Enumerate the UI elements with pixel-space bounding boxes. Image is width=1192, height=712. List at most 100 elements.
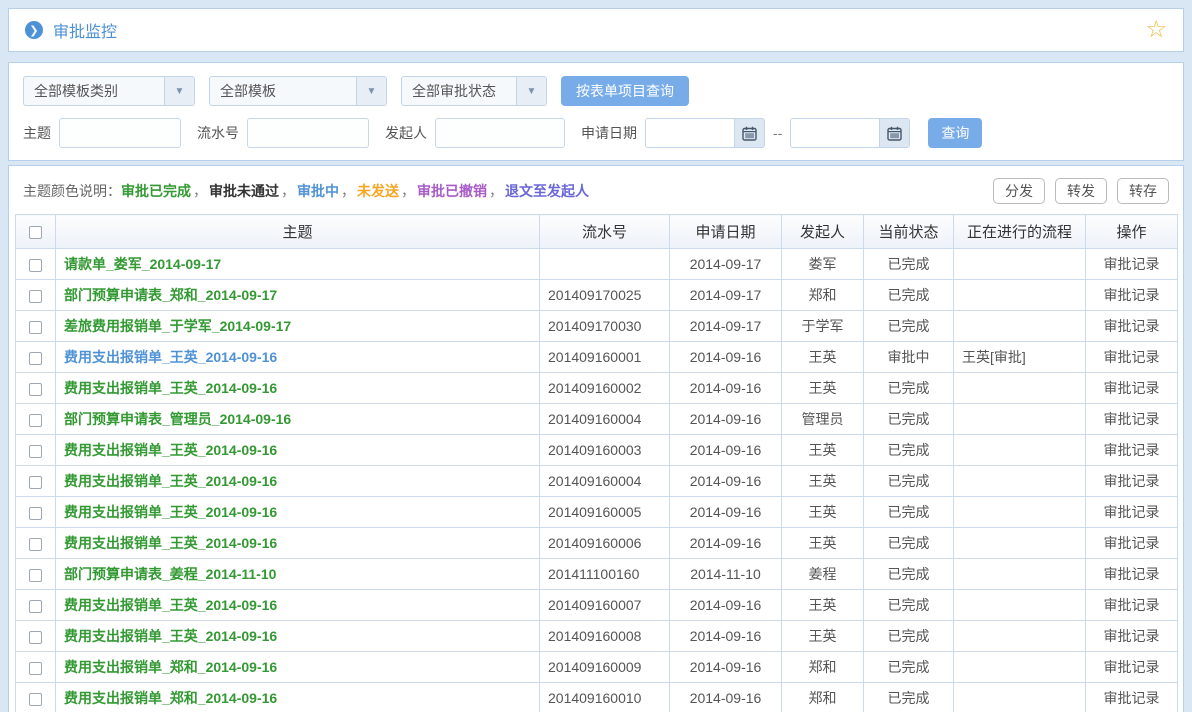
row-subject-link[interactable]: 费用支出报销单_王英_2014-09-16: [64, 380, 277, 396]
chevron-down-icon[interactable]: ▼: [164, 77, 194, 105]
row-checkbox[interactable]: [29, 383, 42, 396]
select-all-checkbox[interactable]: [29, 226, 42, 239]
subject-input[interactable]: [59, 118, 181, 148]
row-approval-record-link[interactable]: 审批记录: [1104, 349, 1160, 365]
row-checkbox[interactable]: [29, 321, 42, 334]
template-select[interactable]: 全部模板 ▼: [209, 76, 387, 106]
initiator-label: 发起人: [385, 123, 427, 143]
legend-item: 审批已撤销: [417, 183, 487, 199]
row-approval-record-link[interactable]: 审批记录: [1104, 318, 1160, 334]
row-checkbox[interactable]: [29, 538, 42, 551]
forward-button[interactable]: 转发: [1055, 178, 1107, 204]
row-serial: 201409160009: [540, 652, 670, 683]
template-category-select[interactable]: 全部模板类别 ▼: [23, 76, 195, 106]
initiator-input[interactable]: [435, 118, 565, 148]
row-checkbox[interactable]: [29, 476, 42, 489]
row-initiator: 娄军: [782, 249, 864, 280]
table-row: 费用支出报销单_王英_2014-09-16 201409160005 2014-…: [16, 497, 1178, 528]
favorite-star-icon[interactable]: ☆: [1145, 18, 1167, 42]
row-subject-link[interactable]: 费用支出报销单_王英_2014-09-16: [64, 442, 277, 458]
row-subject-link[interactable]: 部门预算申请表_管理员_2014-09-16: [64, 411, 291, 427]
row-checkbox[interactable]: [29, 569, 42, 582]
row-subject-link[interactable]: 费用支出报销单_王英_2014-09-16: [64, 628, 277, 644]
serial-input[interactable]: [247, 118, 369, 148]
date-to-input[interactable]: [791, 119, 879, 147]
row-subject-link[interactable]: 费用支出报销单_王英_2014-09-16: [64, 535, 277, 551]
calendar-icon[interactable]: [734, 119, 764, 147]
row-approval-record-link[interactable]: 审批记录: [1104, 380, 1160, 396]
row-initiator: 姜程: [782, 559, 864, 590]
row-checkbox[interactable]: [29, 600, 42, 613]
row-subject-link[interactable]: 费用支出报销单_郑和_2014-09-16: [64, 659, 277, 675]
row-date: 2014-09-16: [670, 497, 782, 528]
row-checkbox[interactable]: [29, 662, 42, 675]
row-checkbox[interactable]: [29, 445, 42, 458]
row-initiator: 王英: [782, 342, 864, 373]
row-checkbox[interactable]: [29, 414, 42, 427]
row-approval-record-link[interactable]: 审批记录: [1104, 628, 1160, 644]
row-date: 2014-09-17: [670, 280, 782, 311]
table-row: 差旅费用报销单_于学军_2014-09-17 201409170030 2014…: [16, 311, 1178, 342]
row-status: 已完成: [864, 435, 954, 466]
row-subject-link[interactable]: 费用支出报销单_王英_2014-09-16: [64, 504, 277, 520]
row-subject-link[interactable]: 部门预算申请表_姜程_2014-11-10: [64, 566, 276, 582]
row-subject-link[interactable]: 部门预算申请表_郑和_2014-09-17: [64, 287, 277, 303]
row-process: [954, 683, 1086, 712]
row-process: [954, 435, 1086, 466]
row-serial: 201409170030: [540, 311, 670, 342]
row-approval-record-link[interactable]: 审批记录: [1104, 566, 1160, 582]
distribute-button[interactable]: 分发: [993, 178, 1045, 204]
chevron-down-icon[interactable]: ▼: [516, 77, 546, 105]
row-date: 2014-11-10: [670, 559, 782, 590]
row-subject-link[interactable]: 费用支出报销单_郑和_2014-09-16: [64, 690, 277, 706]
row-serial: 201409160004: [540, 466, 670, 497]
row-approval-record-link[interactable]: 审批记录: [1104, 504, 1160, 520]
table-row: 部门预算申请表_姜程_2014-11-10 201411100160 2014-…: [16, 559, 1178, 590]
row-process: [954, 559, 1086, 590]
row-checkbox[interactable]: [29, 259, 42, 272]
approval-status-select[interactable]: 全部审批状态 ▼: [401, 76, 547, 106]
row-initiator: 于学军: [782, 311, 864, 342]
row-subject-link[interactable]: 费用支出报销单_王英_2014-09-16: [64, 597, 277, 613]
row-approval-record-link[interactable]: 审批记录: [1104, 442, 1160, 458]
row-approval-record-link[interactable]: 审批记录: [1104, 597, 1160, 613]
row-approval-record-link[interactable]: 审批记录: [1104, 287, 1160, 303]
row-checkbox[interactable]: [29, 693, 42, 706]
row-status: 已完成: [864, 311, 954, 342]
row-date: 2014-09-16: [670, 652, 782, 683]
table-row: 部门预算申请表_管理员_2014-09-16 201409160004 2014…: [16, 404, 1178, 435]
page-title: 审批监控: [53, 18, 117, 42]
save-as-button[interactable]: 转存: [1117, 178, 1169, 204]
row-checkbox[interactable]: [29, 352, 42, 365]
serial-label: 流水号: [197, 123, 239, 143]
row-date: 2014-09-16: [670, 466, 782, 497]
search-button[interactable]: 查询: [928, 118, 982, 148]
chevron-down-icon[interactable]: ▼: [356, 77, 386, 105]
row-approval-record-link[interactable]: 审批记录: [1104, 411, 1160, 427]
legend-item: 未发送: [357, 183, 399, 199]
apply-date-label: 申请日期: [581, 123, 637, 143]
row-subject-link[interactable]: 请款单_娄军_2014-09-17: [64, 256, 221, 272]
row-checkbox[interactable]: [29, 631, 42, 644]
form-item-query-button[interactable]: 按表单项目查询: [561, 76, 689, 106]
row-process: [954, 652, 1086, 683]
row-date: 2014-09-16: [670, 621, 782, 652]
row-approval-record-link[interactable]: 审批记录: [1104, 473, 1160, 489]
date-from-input[interactable]: [646, 119, 734, 147]
legend-items: 审批已完成，审批未通过，审批中，未发送，审批已撤销，退文至发起人: [121, 181, 589, 201]
row-approval-record-link[interactable]: 审批记录: [1104, 256, 1160, 272]
row-subject-link[interactable]: 差旅费用报销单_于学军_2014-09-17: [64, 318, 291, 334]
row-initiator: 王英: [782, 497, 864, 528]
row-subject-link[interactable]: 费用支出报销单_王英_2014-09-16: [64, 349, 277, 365]
row-status: 已完成: [864, 559, 954, 590]
row-status: 已完成: [864, 652, 954, 683]
row-checkbox[interactable]: [29, 290, 42, 303]
table-row: 费用支出报销单_王英_2014-09-16 201409160008 2014-…: [16, 621, 1178, 652]
row-approval-record-link[interactable]: 审批记录: [1104, 659, 1160, 675]
row-approval-record-link[interactable]: 审批记录: [1104, 535, 1160, 551]
row-initiator: 郑和: [782, 652, 864, 683]
calendar-icon[interactable]: [879, 119, 909, 147]
row-subject-link[interactable]: 费用支出报销单_王英_2014-09-16: [64, 473, 277, 489]
row-approval-record-link[interactable]: 审批记录: [1104, 690, 1160, 706]
row-checkbox[interactable]: [29, 507, 42, 520]
